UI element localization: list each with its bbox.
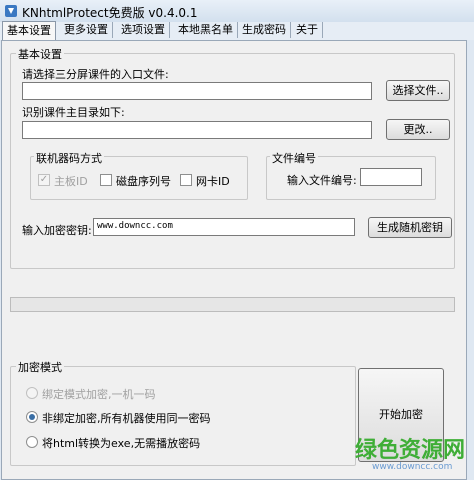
progress-bar [10, 297, 455, 312]
unbound-mode-option[interactable]: 非绑定加密,所有机器使用同一密码 [26, 410, 256, 425]
html-to-exe-label: 将html转换为exe,无需播放密码 [42, 437, 201, 450]
choose-file-button[interactable]: 选择文件.. [386, 80, 450, 101]
bind-mode-option[interactable]: 绑定模式加密,一机一码 [26, 386, 226, 401]
tab-local-blacklist[interactable]: 本地黑名单 [174, 22, 238, 38]
tab-strip: 基本设置 更多设置 选项设置 本地黑名单 生成密码 关于 [0, 21, 474, 41]
main-dir-input[interactable] [22, 121, 372, 139]
change-dir-button[interactable]: 更改.. [386, 119, 450, 140]
main-dir-label: 识别课件主目录如下: [22, 106, 125, 119]
watermark-brand: 绿色资源网 [355, 438, 466, 463]
basic-settings-group-title: 基本设置 [16, 46, 64, 62]
file-number-input[interactable] [360, 168, 422, 186]
entry-file-label: 请选择三分屏课件的入口文件: [22, 68, 169, 81]
tab-about[interactable]: 关于 [292, 22, 323, 38]
encryption-key-input[interactable]: www.downcc.com [93, 218, 355, 236]
html-to-exe-option[interactable]: 将html转换为exe,无需播放密码 [26, 435, 256, 450]
html-to-exe-radio[interactable] [26, 436, 38, 448]
tab-generate-password[interactable]: 生成密码 [238, 22, 291, 38]
disk-serial-label: 磁盘序列号 [116, 175, 171, 188]
disk-serial-checkbox[interactable] [100, 174, 112, 186]
unbound-mode-label: 非绑定加密,所有机器使用同一密码 [42, 412, 211, 425]
tab-more-settings[interactable]: 更多设置 [60, 22, 113, 38]
generate-random-key-button[interactable]: 生成随机密钥 [368, 217, 452, 238]
mainboard-id-label: 主板ID [54, 175, 88, 188]
nic-id-checkbox[interactable] [180, 174, 192, 186]
app-icon [5, 5, 17, 17]
nic-id-label: 网卡ID [196, 175, 230, 188]
machine-code-group-title: 联机器码方式 [34, 150, 104, 166]
file-number-label: 输入文件编号: [287, 174, 357, 187]
encryption-key-label: 输入加密密钥: [22, 224, 92, 237]
disk-serial-option[interactable]: 磁盘序列号 [100, 173, 176, 188]
entry-file-input[interactable] [22, 82, 372, 100]
mainboard-id-checkbox[interactable]: ✓ [38, 174, 50, 186]
mainboard-id-option[interactable]: ✓ 主板ID [38, 173, 98, 188]
encryption-mode-group-title: 加密模式 [16, 359, 64, 375]
unbound-mode-radio[interactable] [26, 411, 38, 423]
bind-mode-radio[interactable] [26, 387, 38, 399]
bind-mode-label: 绑定模式加密,一机一码 [42, 388, 156, 401]
file-number-group-title: 文件编号 [270, 150, 318, 166]
title-bar: KNhtmlProtect免费版 v0.4.0.1 [0, 0, 474, 23]
nic-id-option[interactable]: 网卡ID [180, 173, 240, 188]
tab-basic-settings[interactable]: 基本设置 [2, 21, 56, 41]
watermark-url: www.downcc.com [372, 462, 453, 472]
tab-option-settings[interactable]: 选项设置 [117, 22, 170, 38]
window-title: KNhtmlProtect免费版 v0.4.0.1 [22, 6, 198, 20]
